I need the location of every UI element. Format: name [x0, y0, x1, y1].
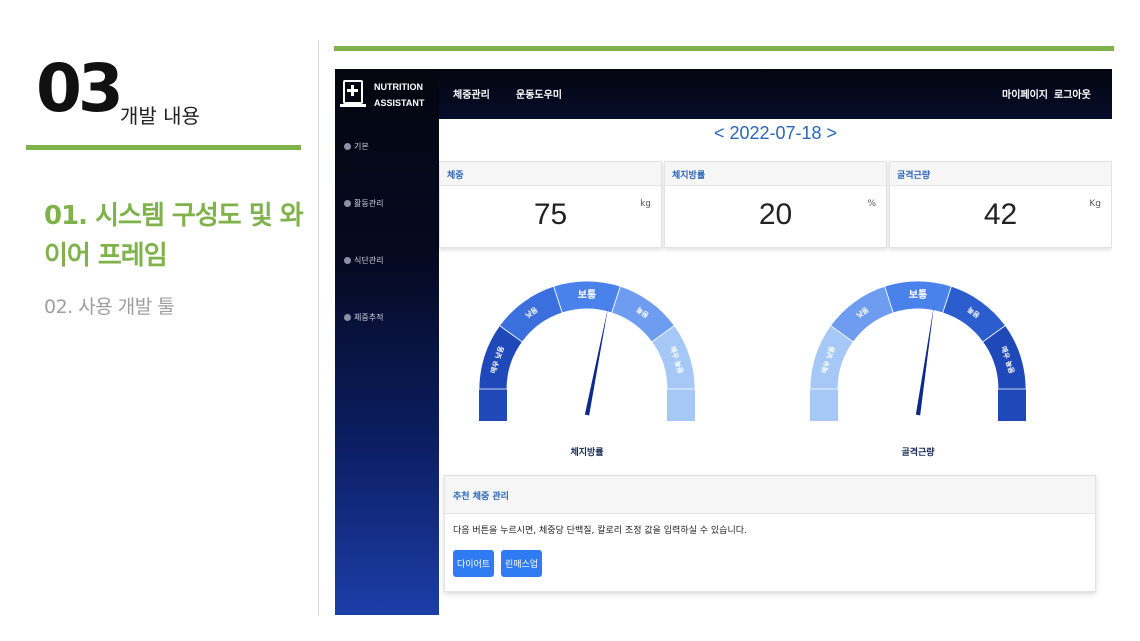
recommend-title: 추천 체중 관리 [445, 476, 1095, 514]
gauge-muscle: 매우 낮음 낮음 보통 높음 매우 높음 골격근량 [798, 269, 1038, 469]
toc-item-inactive: 02. 사용 개발 툴 [44, 296, 175, 318]
sidebar: NUTRITION ASSISTANT 기본 활동관리 식단관리 체중추적 [335, 69, 439, 615]
bullet-icon [344, 143, 351, 150]
bullet-icon [344, 314, 351, 321]
card-body-fat: 체지방률 20 % [664, 161, 887, 248]
gauge-caption: 골격근량 [901, 448, 935, 458]
gauge-svg: 매우 낮음낮음보통높음매우 높음 [478, 280, 696, 421]
bullet-icon [344, 257, 351, 264]
divider-left [26, 145, 301, 150]
section-number: 03 [36, 50, 124, 127]
recommend-description: 다음 버튼을 누르시면, 체중당 단백질, 칼로리 조정 값을 입력하실 수 있… [453, 526, 747, 536]
recommend-panel: 추천 체중 관리 다음 버튼을 누르시면, 체중당 단백질, 칼로리 조정 값을… [444, 475, 1096, 592]
toc-item-active: 01. 시스템 구성도 및 와이어 프레임 [44, 201, 304, 271]
gauge-body-fat: 매우 낮음 낮음 보통 높음 매우 높음 체지방률 [467, 269, 707, 469]
brand-line2: ASSISTANT [374, 98, 425, 108]
divider-top [334, 46, 1114, 51]
sidebar-item-diet[interactable]: 식단관리 [344, 255, 383, 266]
section-title: 개발 내용 [120, 104, 200, 128]
gauge-leg-left [810, 389, 838, 421]
sidebar-item-label: 활동관리 [354, 199, 384, 208]
top-navbar: 체중관리 운동도우미 마이페이지 로그아웃 [439, 69, 1112, 119]
sidebar-item-activity[interactable]: 활동관리 [344, 198, 383, 209]
nav-weight[interactable]: 체중관리 [453, 86, 490, 101]
brand[interactable]: NUTRITION ASSISTANT [335, 69, 439, 119]
diet-button[interactable]: 다이어트 [453, 550, 494, 577]
sidebar-item-label: 식단관리 [354, 256, 384, 265]
gauge-segment-label: 보통 [909, 289, 927, 301]
medical-kit-icon [340, 80, 366, 107]
gauge-needle [915, 304, 935, 416]
gauge-leg-right [998, 389, 1026, 421]
card-unit: % [867, 199, 876, 209]
gauge-svg: 매우 낮음낮음보통높음매우 높음 [809, 280, 1027, 421]
brand-name: NUTRITION ASSISTANT [374, 79, 424, 111]
nav-mypage[interactable]: 마이페이지 [1002, 86, 1048, 101]
lean-mass-up-button[interactable]: 린매스업 [501, 550, 542, 577]
vertical-divider [318, 40, 319, 615]
card-unit: kg [640, 199, 651, 209]
card-title: 체지방률 [665, 162, 886, 186]
gauge-caption: 체지방률 [570, 448, 604, 458]
nav-logout[interactable]: 로그아웃 [1054, 86, 1091, 101]
gauge-leg-left [479, 389, 507, 421]
card-weight: 체중 75 kg [439, 161, 662, 248]
card-unit: Kg [1089, 199, 1101, 209]
app-screenshot: NUTRITION ASSISTANT 기본 활동관리 식단관리 체중추적 체중… [335, 69, 1112, 615]
nav-exercise[interactable]: 운동도우미 [516, 86, 562, 101]
card-value: 75 [533, 198, 568, 231]
sidebar-item-label: 기본 [354, 142, 369, 151]
gauge-leg-right [667, 389, 695, 421]
sidebar-item-basic[interactable]: 기본 [344, 141, 369, 152]
card-value: 20 [758, 198, 793, 231]
card-value: 42 [983, 198, 1018, 231]
sidebar-item-label: 체중추적 [354, 313, 384, 322]
gauge-needle [584, 305, 609, 416]
brand-line1: NUTRITION [374, 82, 423, 92]
card-title: 골격근량 [890, 162, 1111, 186]
date-navigator[interactable]: < 2022-07-18 > [439, 123, 1112, 144]
main-content: < 2022-07-18 > 체중 75 kg 체지방률 20 % 골격근량 4… [439, 119, 1112, 615]
card-muscle: 골격근량 42 Kg [889, 161, 1112, 248]
sidebar-item-weight-track[interactable]: 체중추적 [344, 312, 383, 323]
gauge-segment-label: 보통 [578, 289, 596, 301]
slide: 03 개발 내용 01. 시스템 구성도 및 와이어 프레임 02. 사용 개발… [0, 0, 1140, 641]
bullet-icon [344, 200, 351, 207]
card-title: 체중 [440, 162, 661, 186]
